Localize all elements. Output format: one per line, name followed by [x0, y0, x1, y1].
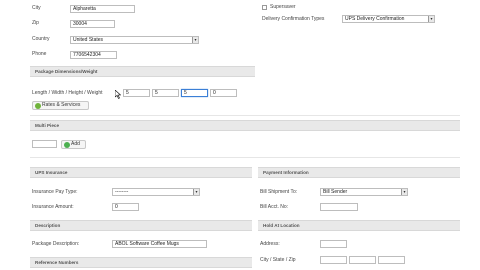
supersaver-label: Supersaver	[270, 4, 296, 10]
length-input[interactable]: 5	[123, 89, 150, 97]
add-button[interactable]: Add	[61, 140, 86, 149]
insurance-pay-type-label: Insurance Pay Type:	[32, 189, 78, 195]
hold-zip-input[interactable]	[378, 256, 405, 264]
city-input[interactable]: Alpharetta	[70, 5, 135, 13]
chevron-down-icon[interactable]: ▾	[192, 37, 198, 43]
rates-services-label: Rates & Services	[42, 102, 81, 108]
bill-shipment-to-value: Bill Sender	[323, 189, 348, 195]
width-input[interactable]: 5	[152, 89, 179, 97]
insurance-pay-type-select[interactable]: -------- ▾	[112, 188, 200, 196]
country-label: Country	[32, 36, 50, 42]
hold-address-label: Address:	[260, 241, 280, 247]
weight-input[interactable]: 0	[210, 89, 237, 97]
hold-address-input[interactable]	[320, 240, 347, 248]
hold-city-state-zip-label: City / State / Zip	[260, 257, 296, 263]
multi-piece-input[interactable]	[32, 140, 57, 148]
rates-services-button[interactable]: Rates & Services	[32, 101, 89, 110]
insurance-amount-input[interactable]: 0	[112, 203, 139, 211]
rates-icon	[35, 103, 41, 109]
bill-acct-no-input[interactable]	[320, 203, 358, 211]
section-divider	[30, 157, 460, 158]
insurance-amount-label: Insurance Amount:	[32, 204, 74, 210]
package-dimensions-header: Package Dimensions/Weight	[30, 66, 255, 77]
country-value: United States	[73, 37, 104, 43]
hold-city-input[interactable]	[320, 256, 347, 264]
bill-shipment-to-label: Bill Shipment To:	[260, 189, 298, 195]
zip-input[interactable]: 30004	[70, 20, 115, 28]
insurance-pay-type-value: --------	[115, 189, 129, 195]
package-description-input[interactable]: ABOL Software Coffee Mugs	[112, 240, 207, 248]
chevron-down-icon[interactable]: ▾	[193, 189, 199, 195]
reference-numbers-header: Reference Numbers	[30, 257, 252, 268]
add-icon	[64, 142, 70, 148]
add-button-label: Add	[71, 141, 80, 147]
section-divider	[30, 115, 460, 116]
bill-acct-no-label: Bill Acct. No:	[260, 204, 289, 210]
phone-label: Phone	[32, 51, 47, 57]
delivery-confirmation-label: Delivery Confirmation Types	[262, 16, 325, 22]
ups-insurance-header: UPS Insurance	[30, 167, 252, 178]
delivery-confirmation-value: UPS Delivery Confirmation	[345, 16, 405, 22]
city-label: City	[32, 5, 41, 11]
hold-at-location-header: Hold At Location	[258, 220, 460, 231]
phone-input[interactable]: 7706542304	[70, 51, 117, 59]
dimensions-label: Length / Width / Height / Weight	[32, 90, 103, 96]
zip-label: Zip	[32, 20, 39, 26]
multi-piece-header: Multi Piece	[30, 120, 460, 131]
bill-shipment-to-select[interactable]: Bill Sender ▾	[320, 188, 408, 196]
package-description-label: Package Description:	[32, 241, 80, 247]
supersaver-checkbox[interactable]	[262, 5, 267, 10]
chevron-down-icon[interactable]: ▾	[428, 16, 434, 22]
country-select[interactable]: United States ▾	[70, 36, 199, 44]
height-input[interactable]: 5	[181, 89, 208, 97]
description-header: Description	[30, 220, 252, 231]
hold-state-input[interactable]	[349, 256, 376, 264]
chevron-down-icon[interactable]: ▾	[401, 189, 407, 195]
payment-information-header: Payment Information	[258, 167, 460, 178]
delivery-confirmation-select[interactable]: UPS Delivery Confirmation ▾	[342, 15, 435, 23]
